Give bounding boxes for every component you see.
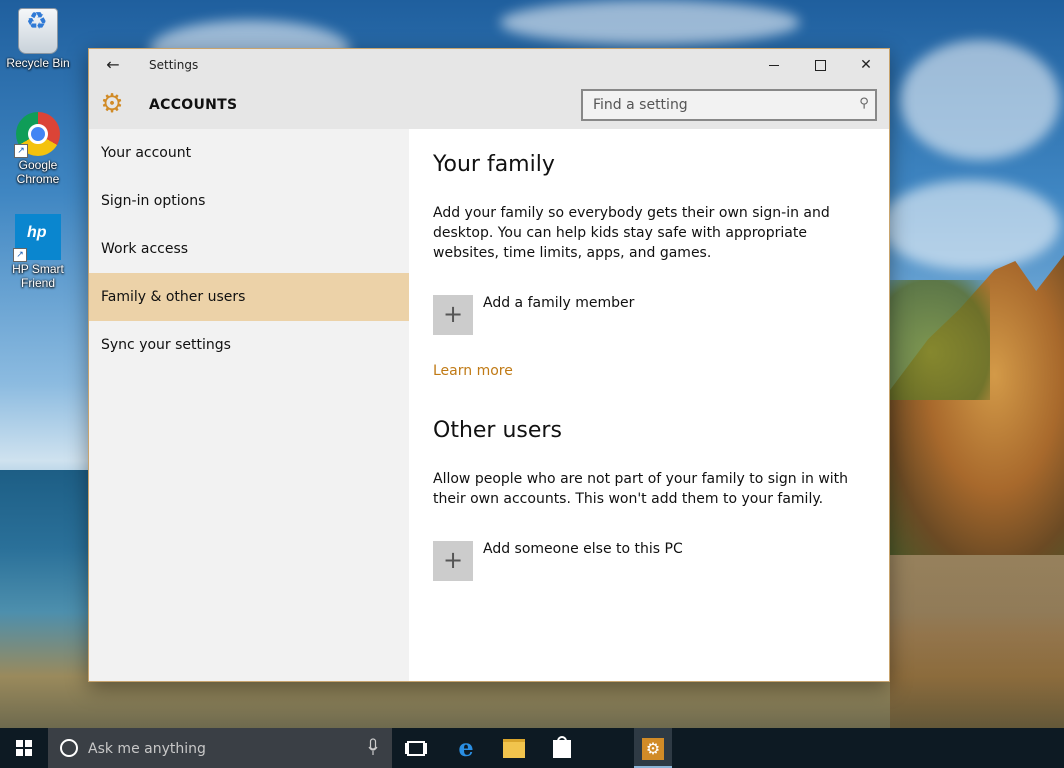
settings-window: ← Settings ✕ ⚙ ACCOUNTS ⚲ Your account S… [88, 48, 890, 682]
window-title: Settings [149, 58, 199, 72]
folder-icon [503, 739, 525, 758]
sidebar-item-your-account[interactable]: Your account [89, 129, 409, 177]
cloud [900, 40, 1060, 160]
search-box[interactable]: ⚲ [581, 89, 877, 121]
gear-icon: ⚙ [642, 737, 664, 760]
recycle-bin-icon [18, 8, 58, 54]
task-view-button[interactable] [392, 728, 440, 768]
your-family-description: Add your family so everybody gets their … [433, 205, 830, 261]
add-someone-else-button[interactable]: + Add someone else to this PC [433, 541, 713, 581]
cortana-search-box[interactable] [48, 728, 392, 768]
cloud [880, 180, 1060, 270]
store-button[interactable] [538, 728, 586, 768]
maximize-icon [814, 59, 826, 71]
title-bar[interactable]: ← Settings ✕ [89, 49, 889, 81]
chrome-icon: ↗ [14, 112, 60, 158]
plus-icon: + [433, 541, 473, 581]
sea-reflection [890, 540, 1064, 730]
sidebar-item-sync-settings[interactable]: Sync your settings [89, 321, 409, 369]
sidebar-item-work-access[interactable]: Work access [89, 225, 409, 273]
add-family-member-label: Add a family member [483, 295, 635, 311]
minimize-button[interactable] [751, 49, 797, 81]
taskbar: e ⚙ [0, 728, 1064, 768]
settings-header: ⚙ ACCOUNTS ⚲ [89, 81, 889, 129]
cloud [500, 0, 800, 45]
search-icon[interactable]: ⚲ [853, 96, 869, 112]
file-explorer-button[interactable] [490, 728, 538, 768]
other-users-heading: Other users [433, 418, 562, 443]
shortcut-arrow-icon: ↗ [13, 248, 27, 262]
search-input[interactable] [583, 91, 853, 119]
close-icon: ✕ [860, 57, 872, 73]
cortana-search-input[interactable] [86, 736, 350, 762]
desktop-icon-label: Recycle Bin [6, 56, 70, 70]
main-content: Your family Add your family so everybody… [433, 129, 873, 681]
page-title: ACCOUNTS [149, 97, 238, 113]
close-button[interactable]: ✕ [843, 49, 889, 81]
hp-smart-friend-icon: ↗ [13, 214, 61, 262]
plus-icon: + [433, 295, 473, 335]
desktop-icon-label: Google Chrome [16, 158, 60, 186]
start-button[interactable] [0, 728, 48, 768]
edge-icon: e [458, 733, 474, 762]
sidebar-item-family-other-users[interactable]: Family & other users [89, 273, 409, 321]
maximize-button[interactable] [797, 49, 843, 81]
desktop-icon-hp-smart-friend[interactable]: ↗ HP Smart Friend [0, 214, 76, 290]
sidebar: Your account Sign-in options Work access… [89, 129, 409, 681]
cortana-icon [60, 739, 78, 757]
store-bag-icon [553, 735, 571, 758]
shortcut-arrow-icon: ↗ [14, 144, 28, 158]
microphone-icon[interactable] [368, 738, 378, 756]
edge-button[interactable]: e [442, 728, 490, 768]
desktop-icon-google-chrome[interactable]: ↗ Google Chrome [0, 112, 76, 186]
back-arrow-icon[interactable]: ← [101, 55, 125, 75]
sidebar-item-sign-in-options[interactable]: Sign-in options [89, 177, 409, 225]
other-users-description: Allow people who are not part of your fa… [433, 471, 849, 507]
your-family-heading: Your family [433, 152, 555, 177]
add-family-member-button[interactable]: + Add a family member [433, 295, 673, 335]
windows-logo-icon [16, 740, 32, 756]
learn-more-link[interactable]: Learn more [433, 363, 513, 379]
cliff-vegetation [890, 280, 990, 400]
gear-icon: ⚙ [100, 89, 124, 119]
settings-taskbar-button[interactable]: ⚙ [634, 728, 672, 768]
desktop-icon-recycle-bin[interactable]: Recycle Bin [0, 8, 76, 70]
task-view-icon [407, 741, 425, 756]
add-someone-else-label: Add someone else to this PC [483, 541, 683, 557]
desktop-icon-label: HP Smart Friend [12, 262, 64, 290]
minimize-icon [769, 64, 779, 66]
